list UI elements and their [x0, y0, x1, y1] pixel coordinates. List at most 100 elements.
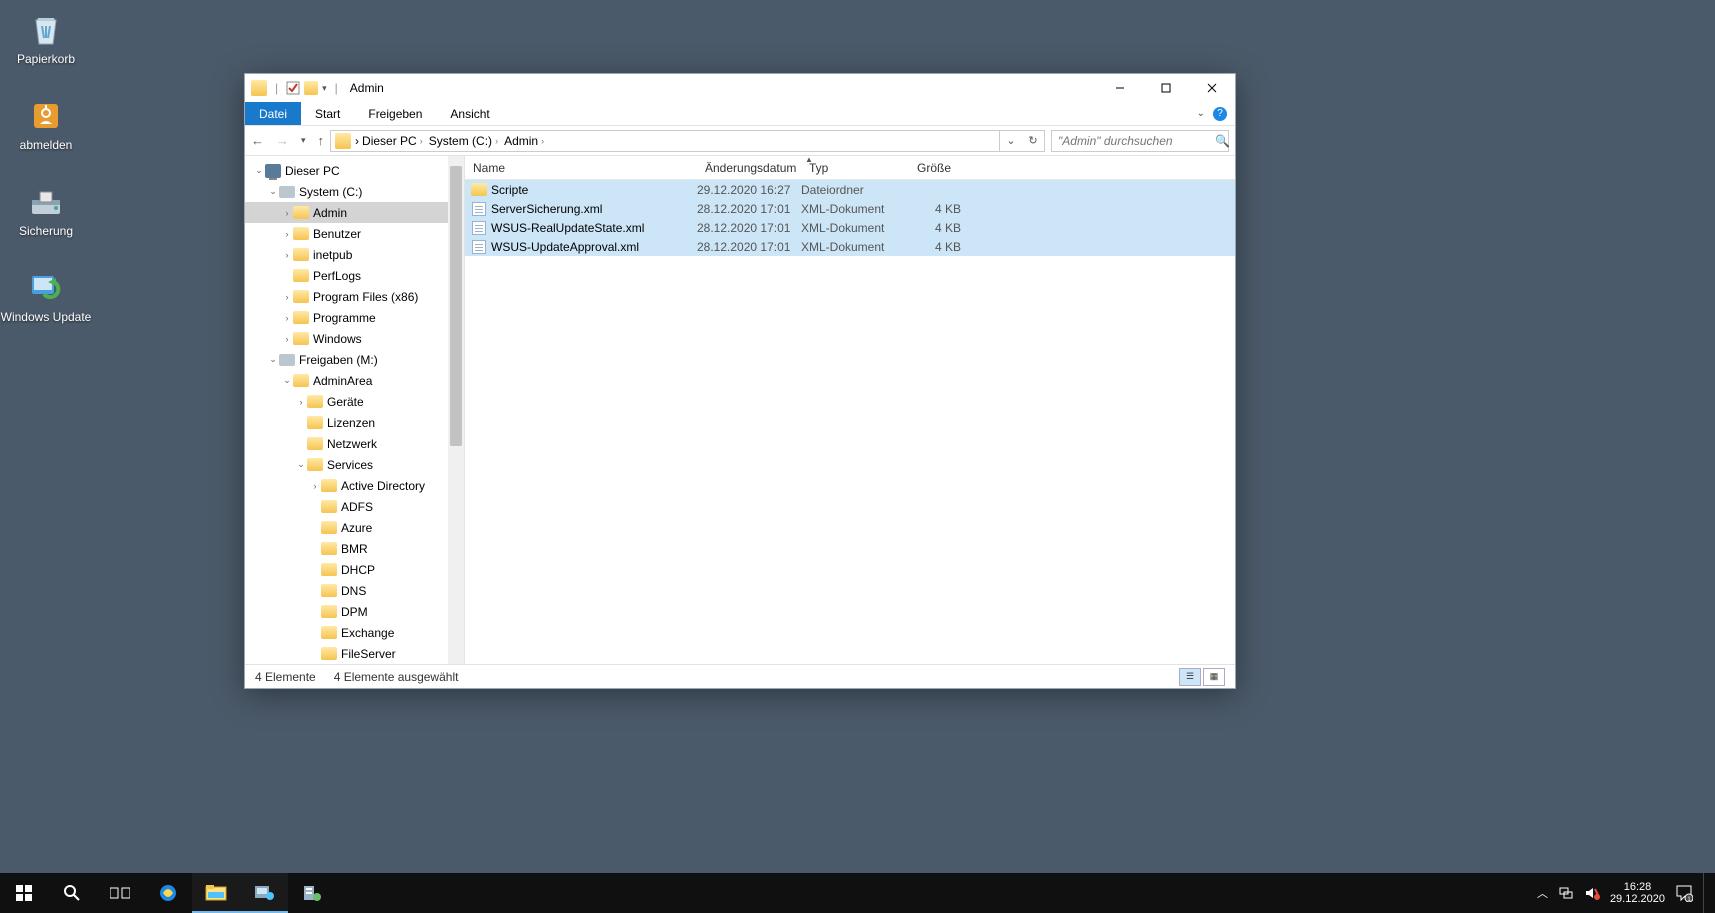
tree-expand-icon[interactable]: ⌄	[281, 375, 293, 386]
tree-item[interactable]: ›DPM	[245, 601, 448, 622]
file-tab[interactable]: Datei	[245, 102, 301, 125]
tree-item-label: Azure	[341, 521, 372, 535]
tray-notifications-icon[interactable]: 1	[1675, 884, 1693, 902]
file-row[interactable]: Scripte29.12.2020 16:27Dateiordner	[465, 180, 1235, 199]
breadcrumb-item[interactable]: System (C:)›	[426, 131, 501, 151]
minimize-button[interactable]	[1097, 74, 1143, 102]
tree-item[interactable]: ›Geräte	[245, 391, 448, 412]
task-view-button[interactable]	[96, 873, 144, 913]
clock[interactable]: 16:28 29.12.2020	[1610, 881, 1665, 905]
tree-expand-icon[interactable]: ⌄	[267, 354, 279, 365]
folder-icon[interactable]	[304, 81, 318, 95]
column-size[interactable]: Größe	[909, 156, 973, 179]
breadcrumb-item[interactable]: Dieser PC›	[359, 131, 426, 151]
tree-item[interactable]: ›Lizenzen	[245, 412, 448, 433]
tray-chevron-icon[interactable]: ︿	[1537, 885, 1548, 901]
tree-item[interactable]: ›FileServer	[245, 643, 448, 664]
view-large-icon[interactable]: ▦	[1203, 668, 1225, 686]
tray-volume-icon[interactable]	[1584, 885, 1600, 901]
tree-item[interactable]: ›Programme	[245, 307, 448, 328]
search-box[interactable]: 🔍	[1051, 130, 1229, 152]
tree-item[interactable]: ⌄System (C:)	[245, 181, 448, 202]
history-dropdown[interactable]: ▾	[301, 135, 306, 146]
checkbox-icon[interactable]	[286, 81, 300, 95]
folder-icon	[469, 183, 489, 196]
taskbar-explorer[interactable]	[192, 873, 240, 913]
tree-item[interactable]: › Active Directory	[245, 475, 448, 496]
desktop-icon-label: Papierkorb	[17, 52, 75, 66]
close-button[interactable]	[1189, 74, 1235, 102]
taskbar-ie[interactable]	[144, 873, 192, 913]
tree-expand-icon[interactable]: ›	[281, 250, 293, 260]
refresh-icon[interactable]: ↻	[1022, 134, 1044, 147]
tree-expand-icon[interactable]: ⌄	[253, 165, 265, 176]
desktop-icon-sicherung[interactable]: Sicherung	[8, 180, 84, 240]
tree-expand-icon[interactable]: ›	[281, 313, 293, 323]
dropdown-icon[interactable]: ▾	[322, 83, 327, 94]
system-tray: ︿ 16:28 29.12.2020 1	[1537, 873, 1715, 913]
tree-item[interactable]: ⌄Dieser PC	[245, 160, 448, 181]
column-type[interactable]: Typ	[801, 156, 909, 179]
expand-ribbon-icon[interactable]: ⌄	[1197, 108, 1205, 119]
search-button[interactable]	[48, 873, 96, 913]
addr-dropdown-icon[interactable]: ⌄	[1000, 134, 1022, 147]
tree-item[interactable]: ›Azure	[245, 517, 448, 538]
ribbon-tab-freigeben[interactable]: Freigeben	[354, 102, 436, 125]
ribbon-tab-ansicht[interactable]: Ansicht	[436, 102, 503, 125]
up-button[interactable]: ↑	[318, 133, 325, 148]
desktop-icon-papierkorb[interactable]: Papierkorb	[8, 8, 84, 68]
titlebar[interactable]: | ▾ | Admin	[245, 74, 1235, 102]
scrollbar[interactable]	[448, 156, 464, 664]
maximize-button[interactable]	[1143, 74, 1189, 102]
column-name[interactable]: Name▲	[465, 156, 697, 179]
tree-item[interactable]: ⌄Freigaben (M:)	[245, 349, 448, 370]
tree-expand-icon[interactable]: ›	[309, 481, 321, 491]
tree-item[interactable]: ›ADFS	[245, 496, 448, 517]
tree-item[interactable]: ›DHCP	[245, 559, 448, 580]
file-row[interactable]: WSUS-UpdateApproval.xml28.12.2020 17:01X…	[465, 237, 1235, 256]
back-button[interactable]: ←	[251, 133, 264, 148]
tree-item[interactable]: ›Exchange	[245, 622, 448, 643]
tree-expand-icon[interactable]: ⌄	[267, 186, 279, 197]
view-details-icon[interactable]: ☰	[1179, 668, 1201, 686]
tree-item[interactable]: ›Benutzer	[245, 223, 448, 244]
taskbar-app-backup[interactable]	[240, 873, 288, 913]
desktop-icon-windows-update[interactable]: Windows Update	[8, 266, 84, 326]
tree-expand-icon[interactable]: ›	[281, 292, 293, 302]
start-button[interactable]	[0, 873, 48, 913]
show-desktop-button[interactable]	[1703, 873, 1709, 913]
search-icon[interactable]: 🔍	[1215, 134, 1230, 148]
desktop-icon-label: Windows Update	[1, 310, 92, 324]
tree-item[interactable]: ⌄AdminArea	[245, 370, 448, 391]
tree-item[interactable]: ›PerfLogs	[245, 265, 448, 286]
tree-item[interactable]: ›inetpub	[245, 244, 448, 265]
file-row[interactable]: ServerSicherung.xml28.12.2020 17:01XML-D…	[465, 199, 1235, 218]
tree-item[interactable]: ›Windows	[245, 328, 448, 349]
file-row[interactable]: WSUS-RealUpdateState.xml28.12.2020 17:01…	[465, 218, 1235, 237]
tree-item[interactable]: ⌄ Services	[245, 454, 448, 475]
tree-item-label: Services	[327, 458, 373, 472]
column-date[interactable]: Änderungsdatum	[697, 156, 801, 179]
address-bar[interactable]: › Dieser PC› System (C:)› Admin› ⌄ ↻	[330, 130, 1045, 152]
tree-item[interactable]: ›Admin	[245, 202, 448, 223]
tree-item[interactable]: ›BMR	[245, 538, 448, 559]
breadcrumb-item[interactable]: Admin›	[501, 131, 547, 151]
tree-expand-icon[interactable]: ›	[295, 397, 307, 407]
tree-item[interactable]: ›Netzwerk	[245, 433, 448, 454]
folder-icon	[293, 331, 309, 347]
tree-item[interactable]: ›DNS	[245, 580, 448, 601]
backup-icon	[26, 182, 66, 222]
tray-network-icon[interactable]	[1558, 885, 1574, 901]
tree-item[interactable]: ›Program Files (x86)	[245, 286, 448, 307]
help-icon[interactable]: ?	[1213, 107, 1227, 121]
forward-button[interactable]: →	[276, 133, 289, 148]
search-input[interactable]	[1058, 134, 1215, 148]
taskbar-app-server[interactable]	[288, 873, 336, 913]
tree-expand-icon[interactable]: ⌄	[295, 459, 307, 470]
ribbon-tab-start[interactable]: Start	[301, 102, 354, 125]
tree-expand-icon[interactable]: ›	[281, 208, 293, 218]
tree-item-label: Active Directory	[341, 479, 425, 493]
tree-expand-icon[interactable]: ›	[281, 334, 293, 344]
desktop-icon-abmelden[interactable]: abmelden	[8, 94, 84, 154]
tree-expand-icon[interactable]: ›	[281, 229, 293, 239]
